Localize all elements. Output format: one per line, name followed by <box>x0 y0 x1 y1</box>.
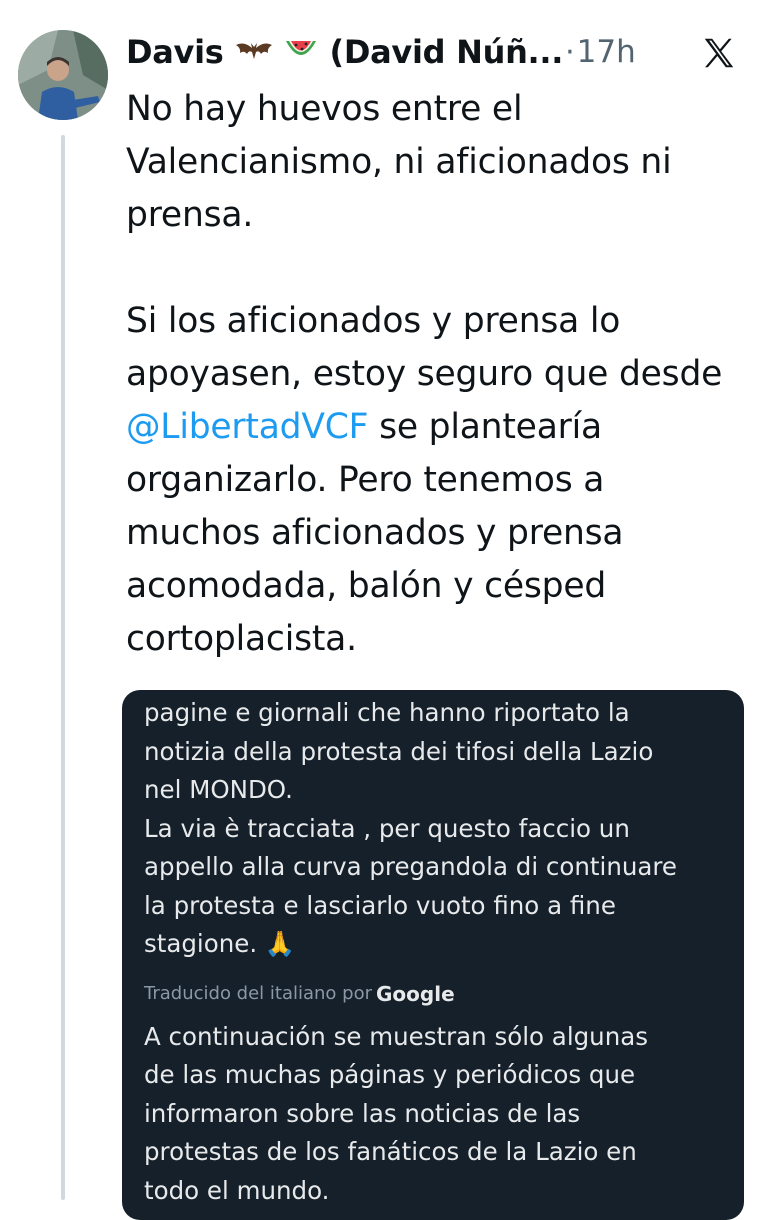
tweet-line: cortoplacista. <box>126 619 357 659</box>
tweet-line-segment: se plantearía <box>368 407 602 447</box>
thread-connector-line <box>61 135 65 1200</box>
tweet-line: organizarlo. Pero tenemos a <box>126 460 605 500</box>
mention-link[interactable]: @LibertadVCF <box>126 407 369 447</box>
tweet-line: Si los aficionados y prensa lo <box>126 301 621 341</box>
tweet-timestamp[interactable]: 17h <box>577 34 636 70</box>
tweet-line-with-mention: @LibertadVCF se plantearía <box>126 401 751 454</box>
translated-text: A continuación se muestran sólo algunas … <box>144 1018 734 1211</box>
separator-dot: · <box>565 34 575 70</box>
google-brand-label: Google <box>376 981 455 1006</box>
original-text-line: pagine e giornali che hanno riportato la <box>144 698 630 727</box>
avatar-photo <box>18 30 108 120</box>
translation-attribution[interactable]: Traducido del italiano por Google <box>144 980 734 1008</box>
translated-text-line: informaron sobre las noticias de las <box>144 1098 581 1128</box>
original-text-line: nel MONDO. <box>144 775 293 804</box>
x-logo-icon[interactable] <box>700 34 738 72</box>
tweet-line: apoyasen, estoy seguro que desde <box>126 354 723 394</box>
original-text-line: appello alla curva pregandola di continu… <box>144 852 678 881</box>
translated-text-line: A continuación se muestran sólo algunas <box>144 1021 649 1051</box>
avatar[interactable] <box>18 30 108 120</box>
tweet-text: No hay huevos entre el Valencianismo, ni… <box>126 83 751 666</box>
tweet-header: Davis (David Núñ... · 17h <box>126 28 756 76</box>
original-text-line: stagione. 🙏 <box>144 929 296 958</box>
original-text-line: la protesta e lasciarlo vuoto fino a fin… <box>144 890 616 920</box>
bat-icon <box>234 35 274 69</box>
translated-text-line: de las muchas páginas y periódicos que <box>144 1060 636 1089</box>
tweet-line: acomodada, balón y césped <box>126 566 607 606</box>
original-text-line: La via è tracciata , per questo faccio u… <box>144 813 630 843</box>
author-name[interactable]: Davis <box>126 33 224 71</box>
tweet-line: No hay huevos entre el <box>126 89 523 129</box>
author-display-name-truncated[interactable]: (David Núñ... <box>330 33 564 71</box>
quoted-screenshot-card[interactable]: pagine e giornali che hanno riportato la… <box>122 690 744 1220</box>
watermelon-icon <box>284 35 318 69</box>
tweet-line: Valencianismo, ni aficionados ni <box>126 142 672 182</box>
tweet-line: muchos aficionados y prensa <box>126 513 624 553</box>
original-text-line: notizia della protesta dei tifosi della … <box>144 736 654 766</box>
translated-text-line: protestas de los fanáticos de la Lazio e… <box>144 1137 637 1166</box>
tweet-line: prensa. <box>126 195 254 235</box>
translated-text-line: todo el mundo. <box>144 1175 330 1205</box>
translated-by-label: Traducido del italiano por <box>144 983 372 1004</box>
